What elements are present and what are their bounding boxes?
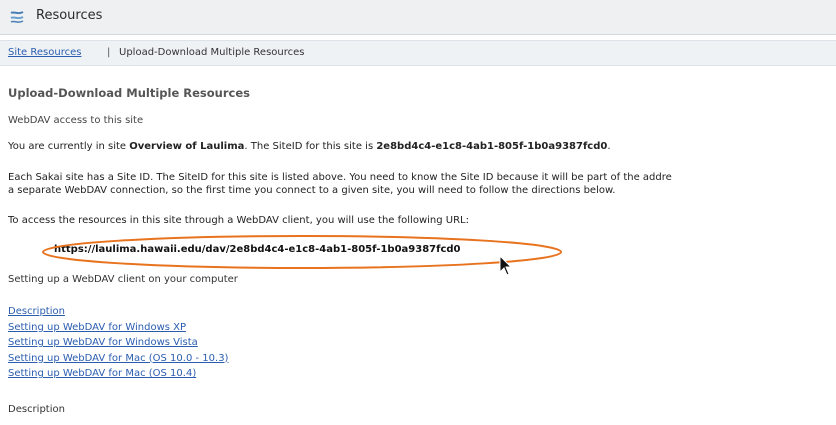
setup-links-list: Description Setting up WebDAV for Window… [8, 304, 228, 382]
site-id-end: . [607, 141, 611, 152]
description-link[interactable]: Description [8, 306, 65, 317]
access-line: To access the resources in this site thr… [8, 215, 469, 226]
resources-icon [10, 11, 24, 23]
setup-heading: Setting up a WebDAV client on your compu… [8, 274, 238, 285]
breadcrumb-separator: | [107, 47, 111, 58]
windows-xp-link[interactable]: Setting up WebDAV for Windows XP [8, 322, 186, 333]
mac-10-0-link[interactable]: Setting up WebDAV for Mac (OS 10.0 - 10.… [8, 353, 228, 364]
site-resources-link[interactable]: Site Resources [8, 47, 81, 58]
explain-line-2: a separate WebDAV connection, so the fir… [8, 185, 616, 196]
current-site-line: You are currently in site Overview of La… [8, 141, 611, 152]
windows-vista-link[interactable]: Setting up WebDAV for Windows Vista [8, 337, 198, 348]
mouse-pointer-icon [499, 255, 513, 276]
list-item: Description [8, 304, 228, 320]
page-title: Upload-Download Multiple Resources [8, 86, 250, 100]
current-site-prefix: You are currently in site [8, 141, 130, 152]
site-id-mid: . The SiteID for this site is [244, 141, 377, 152]
list-item: Setting up WebDAV for Mac (OS 10.4) [8, 366, 228, 382]
list-item: Setting up WebDAV for Windows XP [8, 320, 228, 336]
title-bar: Resources [0, 0, 836, 35]
site-id: 2e8bd4c4-e1c8-4ab1-805f-1b0a9387fcd0 [376, 141, 608, 152]
description-heading: Description [8, 404, 65, 415]
explain-line-1: Each Sakai site has a Site ID. The SiteI… [8, 172, 672, 183]
mac-10-4-link[interactable]: Setting up WebDAV for Mac (OS 10.4) [8, 368, 196, 379]
site-name: Overview of Laulima [129, 141, 245, 152]
breadcrumb-current: Upload-Download Multiple Resources [119, 47, 305, 58]
window-title: Resources [36, 8, 103, 23]
list-item: Setting up WebDAV for Windows Vista [8, 335, 228, 351]
breadcrumb: Site Resources | Upload-Download Multipl… [0, 40, 836, 66]
list-item: Setting up WebDAV for Mac (OS 10.0 - 10.… [8, 351, 228, 367]
page: Resources Site Resources | Upload-Downlo… [0, 0, 836, 425]
url-highlight-ellipse [42, 235, 562, 269]
webdav-access-heading: WebDAV access to this site [8, 115, 144, 126]
